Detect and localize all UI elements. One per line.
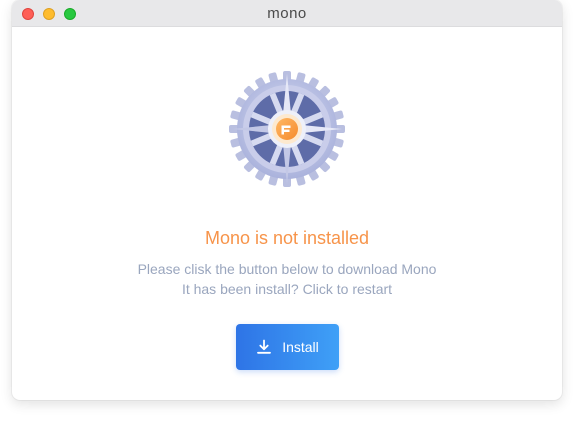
restart-hint-text: It has been install? Click to restart (181, 281, 393, 297)
not-installed-heading: Mono is not installed (204, 228, 370, 248)
app-window: mono Mono is not installed Please clisk … (12, 0, 562, 400)
install-button[interactable]: Install (236, 324, 339, 370)
download-icon (256, 339, 272, 355)
window-title: mono (267, 5, 307, 22)
title-bar[interactable]: mono (12, 0, 562, 27)
install-button-label: Install (282, 339, 319, 355)
gear-with-mono-logo-icon (226, 68, 348, 190)
download-instruction-text: Please clisk the button below to downloa… (137, 261, 437, 277)
